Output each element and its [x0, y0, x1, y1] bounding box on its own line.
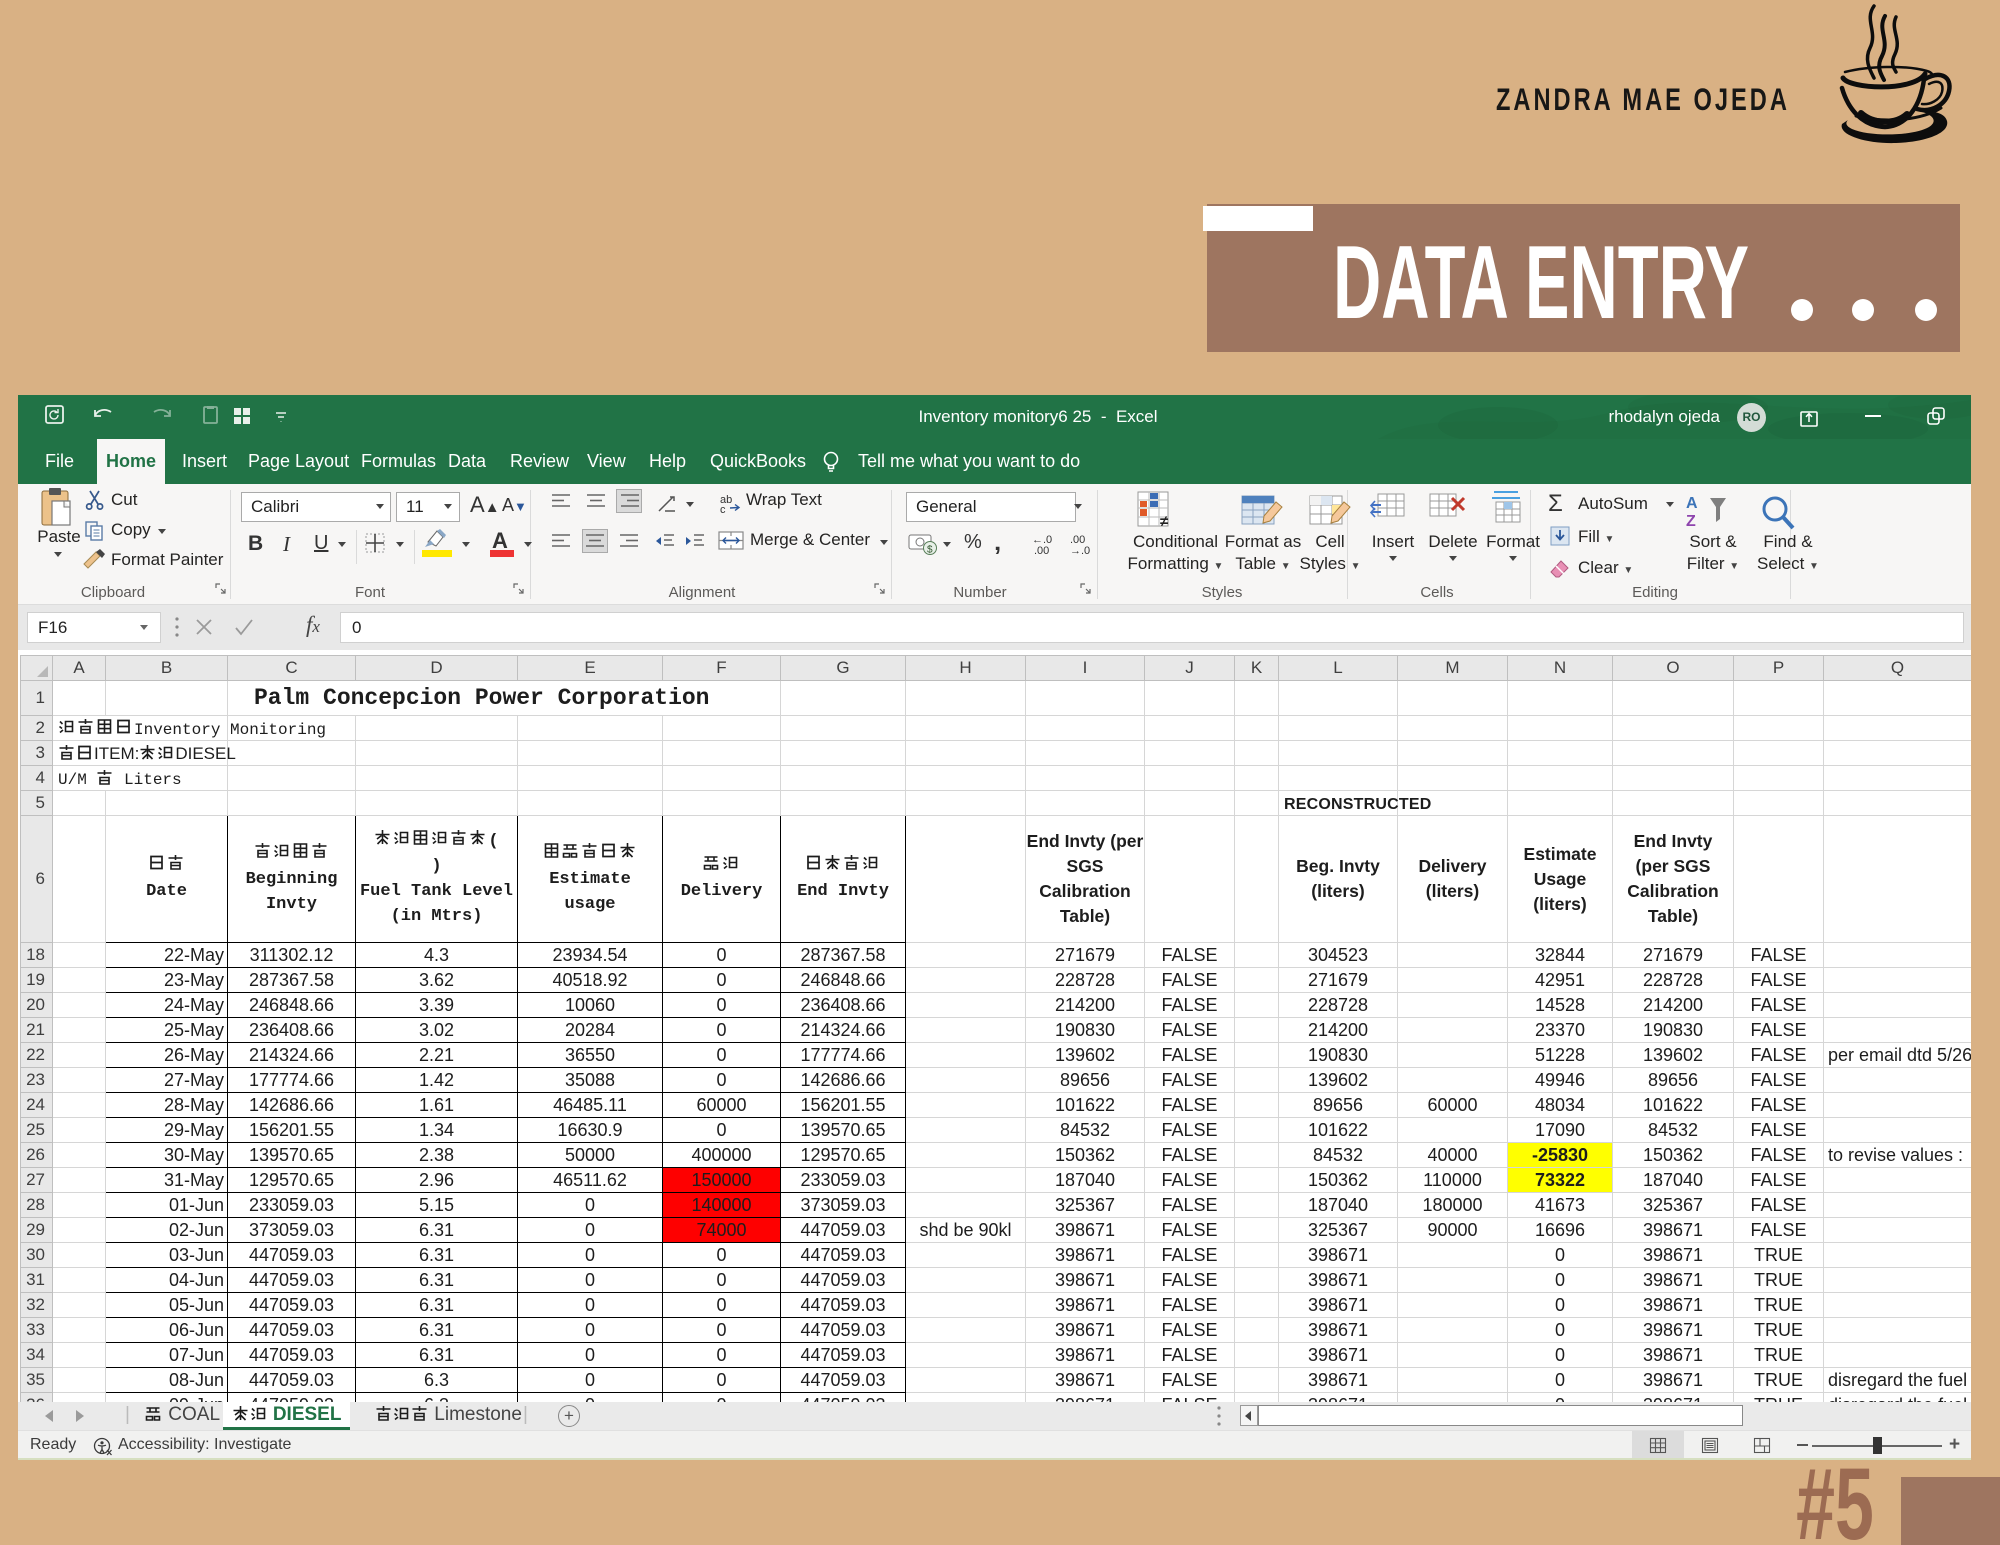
svg-text:Z: Z: [1686, 513, 1696, 530]
svg-text:A: A: [1686, 495, 1698, 512]
svg-text:≠: ≠: [1160, 513, 1169, 530]
svg-text:→.0: →.0: [1070, 545, 1090, 557]
svg-text:$: $: [927, 545, 933, 556]
svg-text:c: c: [720, 504, 726, 516]
svg-text:.00: .00: [1034, 545, 1049, 557]
